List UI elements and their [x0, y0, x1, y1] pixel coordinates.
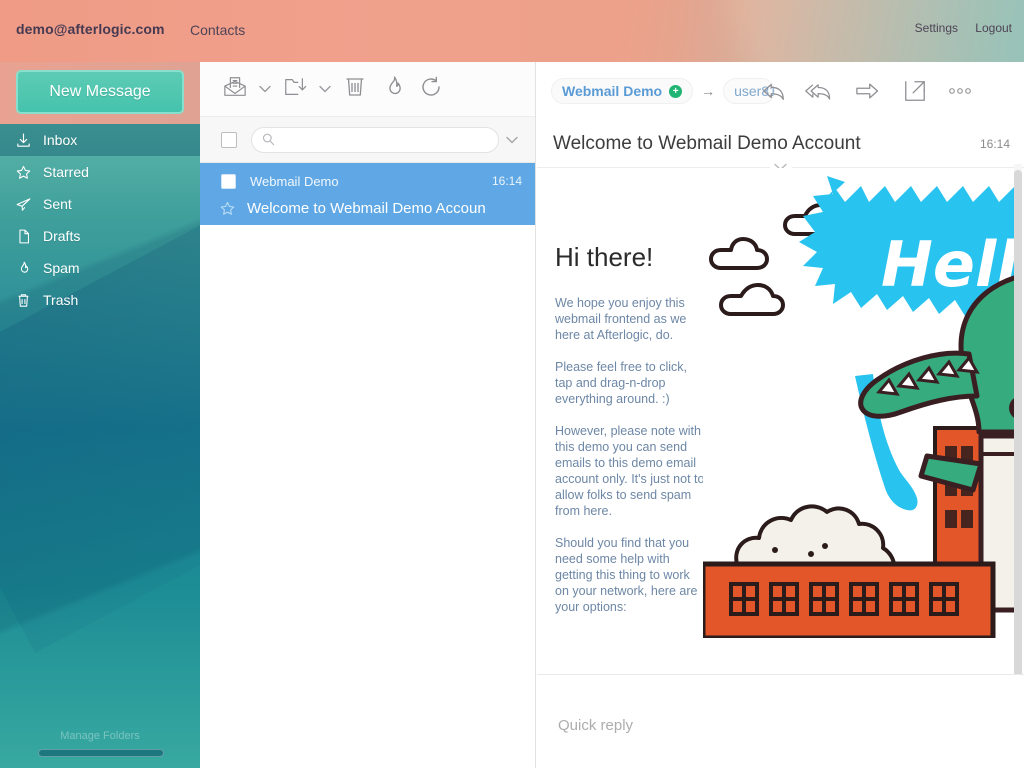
- sidebar-item-label: Drafts: [43, 228, 80, 244]
- message-actions: [775, 71, 981, 111]
- sender-name: Webmail Demo: [562, 83, 662, 99]
- nav-contacts-link[interactable]: Contacts: [190, 22, 245, 38]
- body-paragraph: However, please note with this demo you …: [555, 423, 707, 519]
- chevron-down-icon: [259, 80, 271, 98]
- move-to-folder-button[interactable]: [276, 69, 314, 109]
- mark-read-button[interactable]: [216, 69, 254, 109]
- message-list-column: Webmail Demo 16:14 Welcome to Webmail De…: [200, 62, 536, 768]
- move-to-folder-dropdown[interactable]: [314, 69, 336, 109]
- subject-row: Welcome to Webmail Demo Account 16:14: [537, 120, 1024, 168]
- sidebar-item-drafts[interactable]: Drafts: [0, 220, 200, 252]
- message-subject: Welcome to Webmail Demo Accoun: [247, 200, 486, 217]
- sidebar-item-label: Starred: [43, 164, 89, 180]
- inbox-icon: [15, 131, 41, 149]
- message-sender: Webmail Demo: [250, 174, 339, 189]
- reply-all-button[interactable]: [795, 71, 843, 111]
- flame-icon: [381, 74, 405, 105]
- nav-logout-link[interactable]: Logout: [975, 21, 1012, 35]
- message-body-content: Hi there! We hope you enjoy this webmail…: [537, 168, 1014, 615]
- new-message-button[interactable]: New Message: [16, 70, 184, 114]
- body-paragraph: Please feel free to click, tap and drag-…: [555, 359, 707, 407]
- sidebar-item-sent[interactable]: Sent: [0, 188, 200, 220]
- search-input[interactable]: [276, 129, 498, 151]
- refresh-icon: [419, 75, 443, 104]
- folder-move-icon: [282, 75, 308, 104]
- ellipsis-icon: [947, 82, 973, 100]
- reading-pane: Webmail Demo + → user819: [537, 62, 1024, 768]
- sender-pill[interactable]: Webmail Demo +: [551, 78, 693, 104]
- body-paragraph: Should you find that you need some help …: [555, 535, 707, 615]
- file-icon: [15, 227, 41, 245]
- select-all-checkbox[interactable]: [221, 132, 237, 148]
- sidebar-item-label: Sent: [43, 196, 72, 212]
- message-checkbox[interactable]: [221, 174, 236, 189]
- folder-list: Inbox Starred Sent: [0, 124, 200, 316]
- sidebar-item-inbox[interactable]: Inbox: [0, 124, 200, 156]
- quick-reply-area[interactable]: Quick reply: [537, 674, 1024, 768]
- message-header: Webmail Demo + → user819: [537, 62, 1024, 120]
- sidebar-item-label: Spam: [43, 260, 80, 276]
- search-box[interactable]: [251, 127, 499, 153]
- star-icon[interactable]: [219, 200, 237, 217]
- chevron-down-icon: [506, 131, 518, 149]
- sidebar-item-trash[interactable]: Trash: [0, 284, 200, 316]
- star-icon: [15, 163, 41, 181]
- new-message-area: New Message: [0, 62, 200, 124]
- top-header: demo@afterlogic.com Contacts Settings Lo…: [0, 0, 1024, 62]
- quick-reply-placeholder: Quick reply: [558, 717, 633, 734]
- manage-folders-link[interactable]: Manage Folders: [0, 730, 200, 742]
- body-paragraph: We hope you enjoy this webmail frontend …: [555, 295, 707, 343]
- sidebar-item-label: Inbox: [43, 132, 77, 148]
- building-shape: [703, 564, 1014, 638]
- sidebar-item-spam[interactable]: Spam: [0, 252, 200, 284]
- message-body-scroll[interactable]: Hi there! We hope you enjoy this webmail…: [537, 168, 1014, 714]
- add-contact-icon[interactable]: +: [669, 85, 682, 98]
- message-body-area: Hi there! We hope you enjoy this webmail…: [537, 168, 1024, 736]
- refresh-button[interactable]: [412, 69, 450, 109]
- delete-button[interactable]: [336, 69, 374, 109]
- search-icon: [261, 132, 276, 147]
- open-envelope-icon: [222, 75, 248, 104]
- trash-icon: [15, 291, 41, 309]
- account-email-label: demo@afterlogic.com: [16, 21, 165, 37]
- sidebar-item-starred[interactable]: Starred: [0, 156, 200, 188]
- body-vertical-scrollbar-thumb[interactable]: [1014, 170, 1022, 694]
- flame-icon: [15, 259, 41, 277]
- sidebar-horizontal-scrollbar[interactable]: [38, 749, 164, 757]
- arrow-separator: →: [701, 83, 715, 99]
- reply-button[interactable]: [753, 71, 795, 111]
- spam-button[interactable]: [374, 69, 412, 109]
- search-row: [200, 117, 535, 163]
- sidebar-item-label: Trash: [43, 292, 78, 308]
- sidebar: New Message Inbox Starred: [0, 62, 200, 768]
- more-actions-button[interactable]: [939, 71, 981, 111]
- table-row[interactable]: Webmail Demo 16:14 Welcome to Webmail De…: [200, 163, 535, 225]
- webmail-app: demo@afterlogic.com Contacts Settings Lo…: [0, 0, 1024, 768]
- mark-read-dropdown[interactable]: [254, 69, 276, 109]
- nav-settings-link[interactable]: Settings: [915, 21, 958, 35]
- send-icon: [15, 195, 41, 213]
- open-in-window-button[interactable]: [891, 71, 939, 111]
- forward-button[interactable]: [843, 71, 891, 111]
- message-subject-title: Welcome to Webmail Demo Account: [553, 133, 861, 155]
- message-list-toolbar: [200, 62, 535, 117]
- chevron-down-icon: [319, 80, 331, 98]
- message-timestamp: 16:14: [980, 137, 1010, 151]
- search-filter-dropdown[interactable]: [499, 131, 525, 149]
- trash-icon: [343, 74, 367, 105]
- message-time: 16:14: [492, 174, 525, 188]
- welcome-illustration: Hello, World!: [703, 168, 1014, 638]
